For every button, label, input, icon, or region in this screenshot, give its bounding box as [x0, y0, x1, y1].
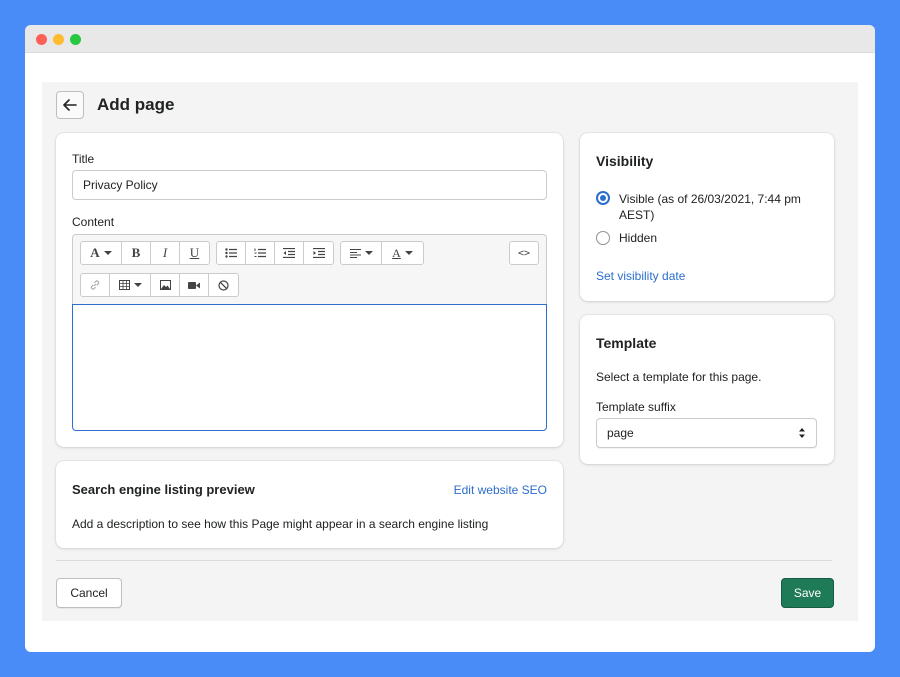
image-icon [159, 280, 171, 290]
set-visibility-date-link[interactable]: Set visibility date [596, 269, 685, 283]
underline-icon: U [189, 245, 200, 260]
bold-button[interactable]: B [122, 242, 151, 264]
align-left-icon [349, 248, 361, 258]
align-dropdown[interactable] [341, 242, 382, 264]
visibility-card: Visibility Visible (as of 26/03/2021, 7:… [580, 133, 834, 301]
page-title: Add page [97, 95, 175, 114]
save-button[interactable]: Save [781, 578, 834, 608]
hidden-radio-label[interactable]: Hidden [619, 231, 657, 245]
insert-table-dropdown[interactable] [110, 274, 151, 296]
visible-radio[interactable] [596, 191, 610, 205]
code-icon: <> [517, 247, 531, 259]
outdent-button[interactable] [275, 242, 304, 264]
italic-icon: I [162, 245, 168, 260]
insert-group [80, 273, 239, 297]
title-label: Title [72, 152, 95, 166]
list-group [216, 241, 334, 265]
text-style-group: A B I U [80, 241, 210, 265]
template-suffix-select[interactable]: page [596, 418, 817, 448]
visible-radio-label[interactable]: Visible (as of 26/03/2021, 7:44 pm AEST) [619, 191, 824, 223]
select-arrows-icon [799, 428, 805, 438]
font-style-dropdown[interactable]: A [81, 242, 122, 264]
hidden-radio[interactable] [596, 231, 610, 245]
template-suffix-value: page [607, 426, 634, 440]
underline-button[interactable]: U [180, 242, 209, 264]
window-titlebar [25, 25, 875, 53]
visible-label-line2: AEST) [619, 208, 655, 222]
insert-image-button[interactable] [151, 274, 180, 296]
indent-button[interactable] [304, 242, 333, 264]
bullet-list-icon [225, 248, 237, 258]
visibility-heading: Visibility [596, 153, 654, 169]
numbered-list-button[interactable] [246, 242, 275, 264]
back-arrow-icon [63, 99, 77, 111]
italic-button[interactable]: I [151, 242, 180, 264]
html-group: <> [509, 241, 539, 265]
page-content-card: Title Privacy Policy Content A B I U A <… [56, 133, 563, 447]
chevron-down-icon [103, 251, 112, 255]
template-card: Template Select a template for this page… [580, 315, 834, 464]
visible-label-line1: Visible (as of 26/03/2021, 7:44 pm [619, 192, 801, 206]
clear-format-icon [218, 279, 229, 291]
title-input[interactable]: Privacy Policy [72, 170, 547, 200]
indent-icon [312, 248, 325, 258]
text-color-icon: A [392, 245, 401, 260]
rich-text-toolbar: A B I U A <> [72, 234, 547, 304]
edit-seo-link[interactable]: Edit website SEO [454, 483, 547, 497]
table-icon [118, 280, 130, 290]
insert-video-button[interactable] [180, 274, 209, 296]
video-icon [188, 281, 200, 289]
alignment-group: A [340, 241, 424, 265]
template-heading: Template [596, 335, 657, 351]
bullet-list-button[interactable] [217, 242, 246, 264]
seo-heading: Search engine listing preview [72, 482, 255, 497]
show-html-button[interactable]: <> [510, 242, 538, 264]
insert-link-button[interactable] [81, 274, 110, 296]
content-editor[interactable] [72, 304, 547, 431]
seo-description: Add a description to see how this Page m… [72, 517, 489, 531]
text-color-dropdown[interactable]: A [382, 242, 423, 264]
admin-page: Add page Title Privacy Policy Content A … [42, 82, 858, 621]
chevron-down-icon [364, 251, 373, 255]
close-window-button[interactable] [36, 34, 47, 45]
seo-preview-card: Search engine listing preview Edit websi… [56, 461, 563, 548]
bold-icon: B [131, 245, 141, 260]
footer-divider [56, 560, 832, 561]
back-button[interactable] [56, 91, 84, 119]
cancel-button[interactable]: Cancel [56, 578, 122, 608]
title-input-value: Privacy Policy [83, 178, 158, 192]
maximize-window-button[interactable] [70, 34, 81, 45]
template-description: Select a template for this page. [596, 370, 762, 384]
chevron-down-icon [133, 283, 142, 287]
content-label: Content [72, 215, 115, 229]
outdent-icon [283, 248, 295, 258]
browser-window: Add page Title Privacy Policy Content A … [25, 25, 875, 652]
link-icon [90, 280, 100, 290]
minimize-window-button[interactable] [53, 34, 64, 45]
font-icon: A [90, 245, 100, 260]
chevron-down-icon [404, 251, 413, 255]
clear-formatting-button[interactable] [209, 274, 238, 296]
template-suffix-label: Template suffix [596, 400, 676, 414]
numbered-list-icon [254, 248, 266, 258]
